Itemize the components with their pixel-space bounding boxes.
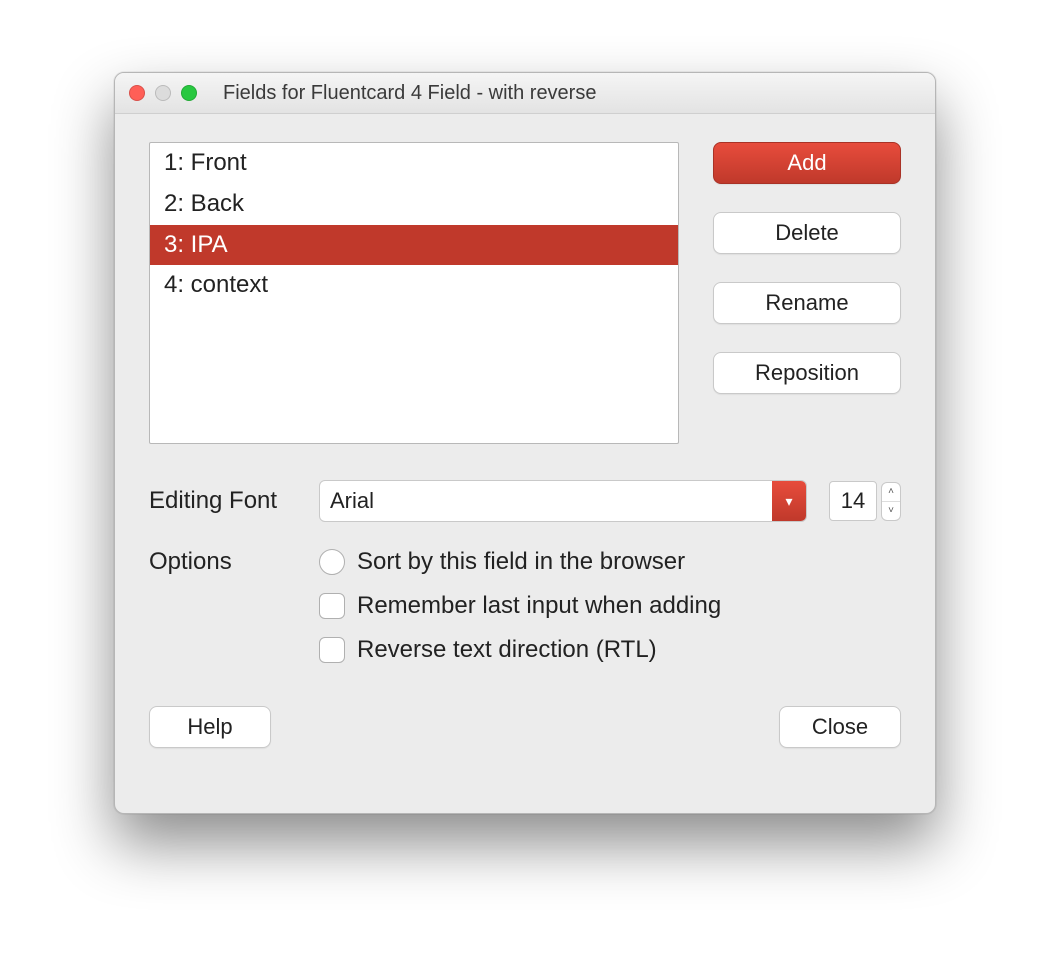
option-sort-label: Sort by this field in the browser bbox=[357, 548, 685, 576]
spinner-down-icon[interactable]: ˅ bbox=[882, 501, 900, 520]
content: 1: Front2: Back3: IPA4: context Add Dele… bbox=[115, 114, 935, 772]
checkbox-icon[interactable] bbox=[319, 593, 345, 619]
zoom-icon[interactable] bbox=[181, 85, 197, 101]
add-button[interactable]: Add bbox=[713, 142, 901, 184]
list-item[interactable]: 2: Back bbox=[150, 184, 678, 225]
option-rtl[interactable]: Reverse text direction (RTL) bbox=[319, 636, 721, 664]
list-item[interactable]: 4: context bbox=[150, 265, 678, 306]
editing-font-row: Editing Font Arial ▾ 14 ˄ ˅ bbox=[149, 480, 901, 522]
options-list: Sort by this field in the browser Rememb… bbox=[319, 548, 721, 664]
window-title: Fields for Fluentcard 4 Field - with rev… bbox=[223, 82, 921, 105]
font-size-input[interactable]: 14 bbox=[829, 481, 877, 521]
options-label: Options bbox=[149, 548, 319, 664]
top-row: 1: Front2: Back3: IPA4: context Add Dele… bbox=[149, 142, 901, 444]
rename-button[interactable]: Rename bbox=[713, 282, 901, 324]
fields-dialog: Fields for Fluentcard 4 Field - with rev… bbox=[114, 72, 936, 814]
editing-font-label: Editing Font bbox=[149, 487, 319, 515]
close-icon[interactable] bbox=[129, 85, 145, 101]
side-buttons: Add Delete Rename Reposition bbox=[713, 142, 901, 444]
font-size-spinner: ˄ ˅ bbox=[881, 482, 901, 521]
option-sort[interactable]: Sort by this field in the browser bbox=[319, 548, 721, 576]
list-item[interactable]: 3: IPA bbox=[150, 225, 678, 266]
help-button[interactable]: Help bbox=[149, 706, 271, 748]
editing-font-value: Arial bbox=[320, 488, 772, 514]
options-block: Options Sort by this field in the browse… bbox=[149, 548, 901, 664]
window-controls bbox=[129, 85, 197, 101]
delete-button[interactable]: Delete bbox=[713, 212, 901, 254]
reposition-button[interactable]: Reposition bbox=[713, 352, 901, 394]
option-rtl-label: Reverse text direction (RTL) bbox=[357, 636, 657, 664]
radio-icon[interactable] bbox=[319, 549, 345, 575]
checkbox-icon[interactable] bbox=[319, 637, 345, 663]
chevron-down-icon[interactable]: ▾ bbox=[772, 481, 806, 521]
editing-font-select[interactable]: Arial ▾ bbox=[319, 480, 807, 522]
fields-listbox[interactable]: 1: Front2: Back3: IPA4: context bbox=[149, 142, 679, 444]
close-button[interactable]: Close bbox=[779, 706, 901, 748]
spinner-up-icon[interactable]: ˄ bbox=[882, 483, 900, 501]
bottom-row: Help Close bbox=[149, 706, 901, 748]
minimize-icon[interactable] bbox=[155, 85, 171, 101]
titlebar: Fields for Fluentcard 4 Field - with rev… bbox=[115, 73, 935, 114]
option-remember-label: Remember last input when adding bbox=[357, 592, 721, 620]
option-remember[interactable]: Remember last input when adding bbox=[319, 592, 721, 620]
font-size-stepper: 14 ˄ ˅ bbox=[829, 481, 901, 521]
list-item[interactable]: 1: Front bbox=[150, 143, 678, 184]
